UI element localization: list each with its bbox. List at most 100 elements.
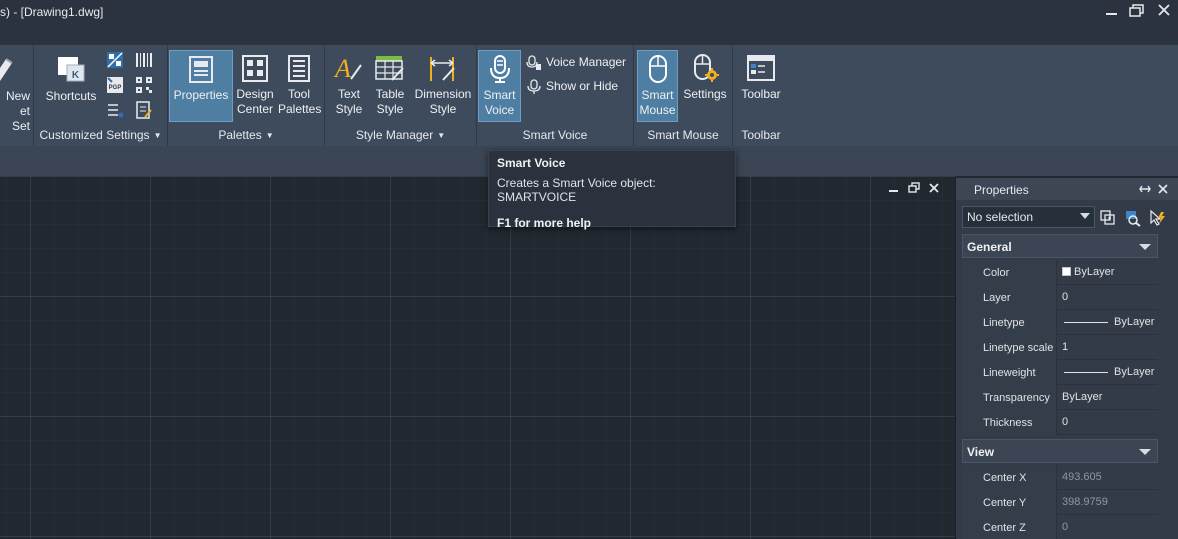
canvas-minimize-icon[interactable] <box>887 181 901 195</box>
ribbon-group-smart-mouse: Smart Mouse Settings Smart Mouse <box>634 45 733 146</box>
selection-dropdown[interactable]: No selection <box>962 206 1095 228</box>
section-general[interactable]: General <box>962 234 1158 258</box>
properties-button[interactable]: Properties <box>169 50 233 122</box>
svg-text:PGP: PGP <box>109 85 122 91</box>
lineweight-sample <box>1064 371 1108 373</box>
table-style-button[interactable]: Table Style <box>370 53 410 117</box>
property-key: Center Z <box>962 515 1057 539</box>
ribbon-group-smart-voice: Smart Voice Voice Manager Show or Hide S… <box>477 45 634 146</box>
voice-manager-button[interactable]: Voice Manager <box>526 52 626 72</box>
property-key: Center Y <box>962 490 1057 515</box>
section-view[interactable]: View <box>962 439 1158 463</box>
qrcode-icon[interactable] <box>135 76 153 94</box>
properties-header: Properties <box>956 178 1178 200</box>
quick-select-icon[interactable] <box>1148 209 1166 227</box>
show-or-hide-button[interactable]: Show or Hide <box>526 76 618 96</box>
property-row-center-y[interactable]: Center Y 398.9759 <box>962 490 1158 515</box>
shortcuts-button[interactable]: K Shortcuts <box>39 53 103 104</box>
property-row-linetype-scale[interactable]: Linetype scale 1 <box>962 335 1158 360</box>
table-label: Table <box>375 87 405 101</box>
toggle-pickadd-icon[interactable] <box>1099 209 1117 227</box>
smart-voice-group-label: Smart Voice <box>522 128 588 142</box>
property-value: 0 <box>1062 521 1069 533</box>
new-sheet-set-button[interactable]: New et Set <box>0 53 33 134</box>
tooltip-help: F1 for more help <box>497 216 592 230</box>
dimension-style-button[interactable]: Dimension Style <box>412 53 474 117</box>
property-key: Linetype scale <box>962 335 1057 360</box>
property-row-thickness[interactable]: Thickness 0 <box>962 410 1158 435</box>
barcode-icon[interactable] <box>135 52 153 68</box>
chevron-down-icon <box>1080 213 1090 219</box>
auto-hide-icon[interactable] <box>1139 183 1151 195</box>
canvas-close-icon[interactable] <box>927 181 941 195</box>
voice-manager-label: Voice Manager <box>546 55 627 69</box>
property-key: Thickness <box>962 410 1057 435</box>
ribbon-group-customized-settings: K Shortcuts PGP Customized Settings ▼ <box>34 45 168 146</box>
minimize-icon[interactable] <box>1101 2 1123 20</box>
properties-label: Properties <box>173 88 229 102</box>
property-key: Transparency <box>962 385 1057 410</box>
list-settings-icon[interactable] <box>106 101 124 119</box>
dimension-label: Dimension <box>414 87 472 101</box>
tool-label: Tool <box>287 87 310 101</box>
property-row-center-x[interactable]: Center X 493.605 <box>962 465 1158 490</box>
property-row-layer[interactable]: Layer 0 <box>962 285 1158 310</box>
close-panel-icon[interactable] <box>1157 183 1169 195</box>
linetype-sample <box>1064 321 1108 323</box>
tool-palettes-button[interactable]: Tool Palettes <box>278 53 322 117</box>
document-edit-icon[interactable] <box>135 101 153 119</box>
table-style-icon <box>375 56 404 81</box>
tool-palettes-icon <box>288 55 310 82</box>
ribbon-group-palettes: Properties Design Center Tool Palettes P… <box>168 45 325 146</box>
center-label: Center <box>236 102 274 116</box>
property-row-linetype[interactable]: Linetype ByLayer <box>962 310 1158 335</box>
property-value: 0 <box>1062 291 1069 303</box>
property-value: ByLayer <box>1114 316 1155 328</box>
property-value: ByLayer <box>1114 366 1155 378</box>
svg-text:A: A <box>333 54 351 83</box>
smart-mouse-button[interactable]: Smart Mouse <box>637 50 678 122</box>
property-row-transparency[interactable]: Transparency ByLayer <box>962 385 1158 410</box>
sheet-set-icon <box>0 58 13 81</box>
palettes-label: Palettes <box>278 102 322 116</box>
new-label: New <box>5 89 30 103</box>
collapse-caret-icon <box>1139 449 1151 455</box>
property-row-color[interactable]: Color ByLayer <box>962 260 1158 285</box>
tiles-icon[interactable] <box>106 51 124 69</box>
tooltip-title: Smart Voice <box>497 156 566 170</box>
ribbon: New et Set K Shortcuts PGP Customized Se… <box>0 45 1178 146</box>
voice-manager-icon <box>526 55 541 70</box>
tooltip-description: Creates a Smart Voice object: SMARTVOICE <box>497 176 656 204</box>
properties-panel: Properties No selection General Color By… <box>955 178 1178 539</box>
mouse-icon <box>648 55 667 83</box>
property-key: Lineweight <box>962 360 1057 385</box>
property-row-center-z[interactable]: Center Z 0 <box>962 515 1158 539</box>
pgp-icon[interactable]: PGP <box>106 76 124 94</box>
smart-mouse-line2: Mouse <box>639 103 676 117</box>
customized-settings-label[interactable]: Customized Settings ▼ <box>34 128 167 142</box>
properties-title: Properties <box>974 183 1029 197</box>
shortcuts-icon: K <box>58 57 85 82</box>
ribbon-group-partial: New et Set <box>0 45 34 146</box>
design-center-button[interactable]: Design Center <box>234 53 276 117</box>
property-key: Center X <box>962 465 1057 490</box>
text-style-label: Style <box>335 102 363 116</box>
palettes-group-label[interactable]: Palettes ▼ <box>168 128 324 142</box>
drawing-canvas[interactable] <box>0 176 955 539</box>
select-objects-icon[interactable] <box>1124 209 1142 227</box>
canvas-restore-icon[interactable] <box>907 181 921 195</box>
text-style-icon: A <box>333 54 362 83</box>
settings-label: Settings <box>683 87 727 101</box>
toolbar-button[interactable]: Toolbar <box>737 53 785 102</box>
text-style-button[interactable]: A Text Style <box>329 53 369 117</box>
restore-icon[interactable] <box>1126 2 1148 20</box>
smart-voice-button[interactable]: Smart Voice <box>478 50 521 122</box>
show-hide-microphone-icon <box>527 79 541 94</box>
mouse-settings-button[interactable]: Settings <box>680 53 730 102</box>
selection-value: No selection <box>967 210 1034 224</box>
smart-mouse-line1: Smart <box>641 88 674 102</box>
property-row-lineweight[interactable]: Lineweight ByLayer <box>962 360 1158 385</box>
close-window-icon[interactable] <box>1153 2 1175 20</box>
style-manager-group-label[interactable]: Style Manager ▼ <box>325 128 476 142</box>
property-key: Color <box>962 260 1057 285</box>
